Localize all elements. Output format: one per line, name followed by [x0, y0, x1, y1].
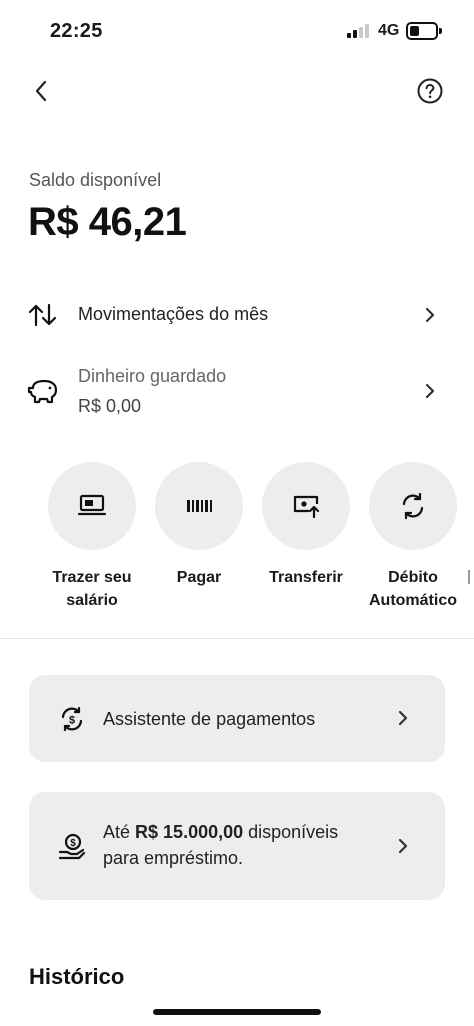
savings-row[interactable]: Dinheiro guardado R$ 0,00 — [0, 360, 474, 424]
action-label: Pagar — [176, 569, 222, 586]
barcode-icon — [155, 462, 243, 550]
movements-row[interactable]: Movimentações do mês — [0, 290, 474, 340]
chevron-left-icon — [35, 80, 47, 102]
action-label: Trazer seu salário — [52, 569, 132, 609]
savings-label: Dinheiro guardado — [78, 366, 227, 386]
svg-text:$: $ — [69, 715, 75, 727]
loan-amount: R$ 15.000,00 — [135, 822, 244, 842]
savings-value: R$ 0,00 — [78, 396, 142, 416]
battery-icon — [406, 22, 442, 40]
back-button[interactable] — [26, 76, 56, 106]
chevron-right-icon — [391, 834, 415, 858]
bring-salary-icon — [48, 462, 136, 550]
payment-assistant-card[interactable]: $ Assistente de pagamentos — [29, 675, 445, 762]
loan-prefix: Até — [103, 822, 136, 842]
signal-icon — [347, 24, 371, 38]
loan-suffix: disponíveis — [243, 822, 339, 842]
hand-money-icon: $ — [57, 832, 87, 862]
chevron-right-icon — [391, 706, 415, 730]
balance-label: Saldo disponível — [29, 170, 162, 190]
transfer-money-icon — [262, 462, 350, 550]
dollar-cycle-icon: $ — [57, 704, 87, 734]
help-button[interactable] — [415, 76, 445, 106]
home-indicator — [153, 1009, 321, 1015]
history-title: Histórico — [29, 964, 125, 989]
svg-text:$: $ — [70, 838, 76, 849]
payment-assistant-label: Assistente de pagamentos — [103, 709, 316, 729]
balance-value: R$ 46,21 — [28, 200, 187, 244]
question-circle-icon — [417, 78, 443, 104]
chevron-right-icon — [418, 303, 442, 327]
quick-actions: Trazer seu salário Pagar Transferir Débi… — [0, 462, 474, 612]
action-label: Débito Automático — [369, 569, 457, 609]
piggy-bank-icon — [26, 374, 60, 408]
loan-line2: para empréstimo. — [103, 848, 244, 868]
chevron-right-icon — [418, 379, 442, 403]
network-label: 4G — [378, 22, 400, 39]
divider — [0, 638, 474, 639]
arrows-up-down-icon — [26, 298, 60, 332]
status-bar: 22:25 4G — [0, 0, 474, 62]
loan-text: Até R$ 15.000,00 disponíveis para emprés… — [103, 819, 338, 871]
scroll-hint — [468, 570, 470, 584]
movements-label: Movimentações do mês — [78, 304, 269, 324]
loan-card[interactable]: $ Até R$ 15.000,00 disponíveis para empr… — [29, 792, 445, 900]
refresh-icon — [369, 462, 457, 550]
action-label: Transferir — [269, 569, 343, 586]
status-time: 22:25 — [50, 20, 103, 42]
